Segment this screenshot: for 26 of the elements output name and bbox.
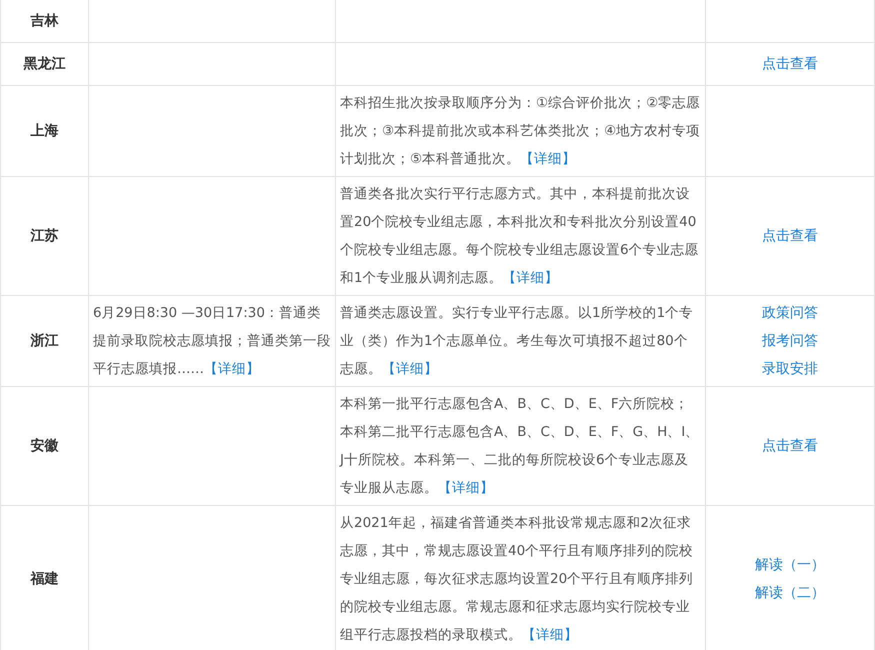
detail-link[interactable]: 【详细】 — [502, 270, 559, 286]
view-link[interactable]: 录取安排 — [762, 355, 818, 383]
province-name: 江苏 — [30, 228, 58, 244]
view-link[interactable]: 解读（二） — [755, 579, 825, 607]
province-name: 浙江 — [30, 333, 58, 349]
schedule-text: 6月29日8:30 —30日17:30：普通类提前录取院校志愿填报；普通类第一段平行志愿填报……【详细】 — [93, 304, 331, 379]
detail-link[interactable]: 【详细】 — [522, 627, 578, 643]
province-name: 福建 — [30, 571, 58, 587]
detail-link[interactable]: 【详细】 — [382, 361, 438, 377]
detail-link[interactable]: 【详细】 — [204, 361, 260, 377]
view-link[interactable]: 政策问答 — [762, 299, 818, 327]
province-name: 黑龙江 — [24, 56, 66, 72]
detail-link[interactable]: 【详细】 — [520, 151, 576, 167]
view-link[interactable]: 点击查看 — [762, 432, 818, 460]
province-name: 安徽 — [30, 438, 58, 454]
policy-text: 从2021年起，福建省普通类本科批设常规志愿和2次征求志愿，其中，常规志愿设置40个平行且有顺序排列的院校专业组志愿，每次征求志愿均设置20个平行且有顺序排列的院校专业组志愿。常规志愿和征求志愿均实行院校专业组平行志愿投档的录取模式。【详细】 — [340, 514, 694, 645]
policy-text: 普通类志愿设置。实行专业平行志愿。以1所学校的1个专业（类）作为1个志愿单位。考生每次可填报不超过80个志愿。【详细】 — [340, 304, 694, 379]
detail-link[interactable]: 【详细】 — [438, 480, 494, 496]
view-link[interactable]: 解读（一） — [755, 551, 825, 579]
view-link[interactable]: 报考问答 — [762, 327, 818, 355]
policy-text: 本科第一批平行志愿包含A、B、C、D、E、F六所院校；本科第二批平行志愿包含A、B、C、D、E、F、G、H、I、J十所院校。本科第一、二批的每所院校设6个专业志愿及专业服从志愿。【详细】 — [340, 395, 700, 498]
province-name: 吉林 — [30, 13, 58, 29]
policy-text: 普通类各批次实行平行志愿方式。其中，本科提前批次设置20个院校专业组志愿，本科批次和专科批次分别设置40个院校专业组志愿。每个院校专业组志愿设置6个专业志愿和1个专业服从调剂志愿。【详细】 — [340, 185, 700, 288]
view-link[interactable]: 点击查看 — [762, 222, 818, 250]
province-name: 上海 — [30, 123, 58, 139]
policy-text: 本科招生批次按录取顺序分为：①综合评价批次；②零志愿批次；③本科提前批次或本科艺体类批次；④地方农村专项计划批次；⑤本科普通批次。【详细】 — [340, 94, 701, 169]
